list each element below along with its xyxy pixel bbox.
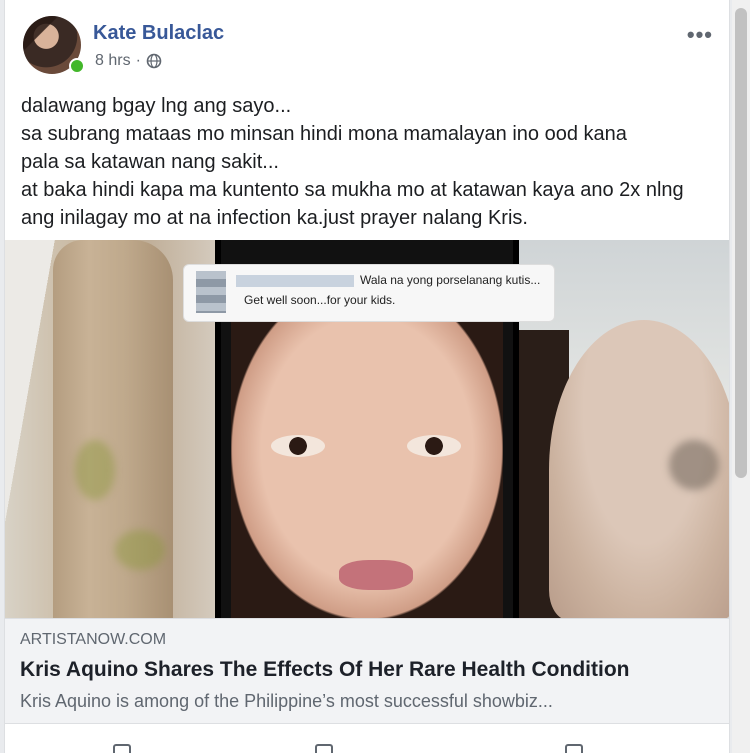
post-text-line: at baka hindi kapa ma kuntento sa mukha … — [21, 179, 684, 201]
post-header: Kate Bulaclac 8 hrs · ••• — [21, 16, 713, 78]
scrollbar-thumb[interactable] — [735, 8, 747, 478]
post-time[interactable]: 8 hrs — [95, 52, 131, 70]
post-text-line: dalawang bgay lng ang sayo... — [21, 95, 292, 117]
like-icon[interactable] — [113, 744, 131, 753]
post-text: dalawang bgay lng ang sayo... sa subrang… — [21, 92, 711, 232]
blurred-avatar — [196, 271, 226, 313]
online-status-icon — [69, 58, 85, 74]
link-title[interactable]: Kris Aquino Shares The Effects Of Her Ra… — [20, 658, 629, 682]
link-preview[interactable]: ARTISTANOW.COM Kris Aquino Shares The Ef… — [5, 618, 729, 724]
action-bar — [5, 735, 729, 753]
author-name[interactable]: Kate Bulaclac — [93, 22, 224, 45]
link-domain: ARTISTANOW.COM — [20, 631, 167, 648]
share-icon[interactable] — [565, 744, 583, 753]
post-text-line: sa subrang mataas mo minsan hindi mona m… — [21, 123, 627, 145]
comment-overlay: Wala na yong porselanang kutis... Get we… — [183, 264, 555, 322]
comment-text: Wala na yong porselanang kutis... — [360, 273, 541, 287]
post-card: Kate Bulaclac 8 hrs · ••• dalawang bgay … — [4, 0, 730, 753]
scrollbar[interactable] — [732, 0, 750, 753]
face-photo — [231, 310, 503, 618]
link-description: Kris Aquino is among of the Philippine’s… — [20, 691, 553, 711]
blurred-name — [236, 275, 354, 287]
post-meta: 8 hrs · — [95, 52, 162, 70]
globe-icon[interactable] — [146, 53, 162, 69]
post-text-line: ang inilagay mo at na infection ka.just … — [21, 207, 528, 229]
more-icon[interactable]: ••• — [687, 22, 713, 48]
post-text-line: pala sa katawan nang sakit... — [21, 151, 279, 173]
meta-separator: · — [135, 52, 141, 69]
comment-text: Get well soon...for your kids. — [244, 293, 396, 307]
post-image[interactable]: Wala na yong porselanang kutis... Get we… — [5, 240, 729, 618]
comment-icon[interactable] — [315, 744, 333, 753]
